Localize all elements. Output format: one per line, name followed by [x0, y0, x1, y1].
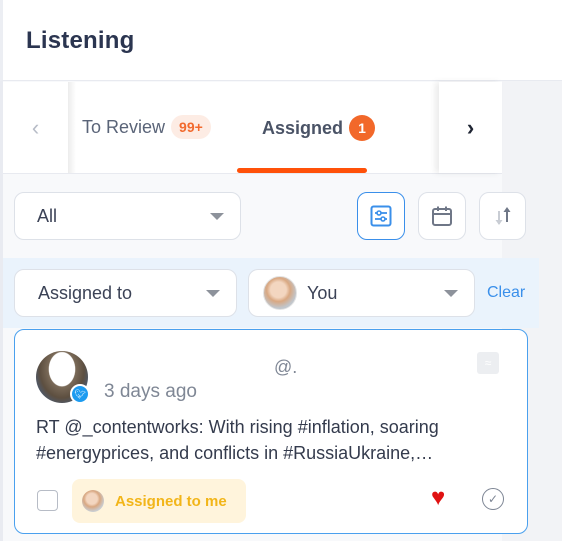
tabs-next-button[interactable]: ›	[439, 82, 502, 173]
note-icon[interactable]: ≈	[477, 352, 499, 374]
calendar-button[interactable]	[418, 192, 466, 240]
avatar	[263, 276, 297, 310]
caret-down-icon	[206, 290, 220, 297]
tab-label: Assigned	[262, 117, 344, 138]
tab-to-review[interactable]: To Review 99+	[82, 115, 211, 139]
timestamp: 3 days ago	[104, 381, 197, 402]
avatar	[82, 490, 104, 512]
assignee-select[interactable]: You	[248, 269, 475, 317]
caret-down-icon	[210, 213, 224, 220]
filter-button[interactable]	[357, 192, 405, 240]
assignment-badge[interactable]: Assigned to me	[72, 479, 246, 523]
check-circle-icon[interactable]: ✓	[482, 488, 504, 510]
mention-card[interactable]: 🐦︎ @. 3 days ago ≈ RT @_contentworks: Wi…	[14, 329, 528, 534]
type-select[interactable]: All	[14, 192, 241, 240]
tab-scroll-shadow	[68, 82, 76, 173]
count-badge: 99+	[171, 115, 211, 139]
sliders-icon	[370, 205, 392, 227]
calendar-icon	[432, 206, 452, 226]
assignment-field-select[interactable]: Assigned to	[14, 269, 237, 317]
caret-down-icon	[444, 290, 458, 297]
heart-icon[interactable]: ♥	[431, 486, 445, 510]
chevron-right-icon: ›	[466, 114, 475, 140]
sort-icon	[495, 207, 510, 225]
select-value: Assigned to	[38, 282, 133, 303]
select-value: You	[307, 282, 338, 303]
sort-button[interactable]	[479, 192, 526, 240]
author-handle: @.	[274, 357, 298, 377]
select-value: All	[37, 205, 58, 226]
chevron-left-icon: ‹	[31, 114, 40, 140]
mention-text: RT @_contentworks: With rising #inflatio…	[36, 417, 439, 463]
assignment-label: Assigned to me	[115, 492, 227, 510]
page-title: Listening	[26, 27, 135, 54]
active-tab-indicator	[237, 168, 367, 173]
tab-assigned[interactable]: Assigned 1	[262, 115, 376, 141]
twitter-icon: 🐦︎	[70, 384, 90, 404]
select-checkbox[interactable]	[37, 490, 58, 511]
tab-bar: ‹ To Review 99+ Assigned 1 All ›	[3, 82, 502, 174]
clear-filter-link[interactable]: Clear	[487, 284, 525, 302]
tabs-prev-button[interactable]: ‹	[3, 82, 68, 173]
header: Listening	[0, 0, 562, 81]
count-badge: 1	[349, 115, 376, 141]
tab-label: To Review	[82, 116, 166, 137]
